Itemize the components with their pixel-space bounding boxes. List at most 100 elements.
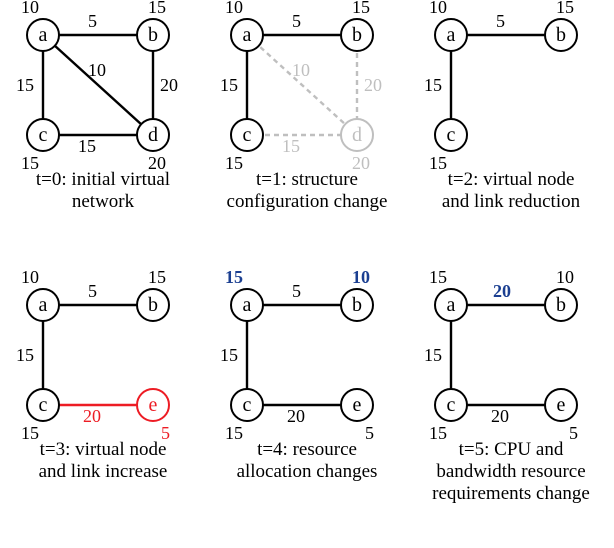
- node-e: e: [340, 388, 374, 422]
- edge-ad: [43, 35, 153, 135]
- edge-ab-label: 5: [496, 11, 505, 32]
- node-a-weight: 10: [225, 0, 243, 18]
- node-a: a: [434, 18, 468, 52]
- node-a-label: a: [39, 25, 48, 45]
- node-a: a: [230, 288, 264, 322]
- edge-ce-label: 20: [287, 406, 305, 427]
- node-a-weight: 10: [21, 267, 39, 288]
- node-a-weight: 15: [429, 267, 447, 288]
- node-a-weight: 10: [429, 0, 447, 18]
- node-b-weight: 15: [556, 0, 574, 18]
- node-e-weight: 5: [365, 423, 374, 444]
- edge-ac-label: 15: [424, 75, 442, 96]
- edge-ab-label: 5: [292, 11, 301, 32]
- node-e-weight: 5: [569, 423, 578, 444]
- node-c-weight: 15: [21, 153, 39, 174]
- graph-t4: 5 15 20 a b c e 15 10 15 5: [217, 275, 397, 435]
- node-c: c: [230, 388, 264, 422]
- node-c: c: [434, 388, 468, 422]
- graph-t5: 20 15 20 a b c e 15 10 15 5: [421, 275, 601, 435]
- node-b: b: [340, 288, 374, 322]
- panel-t2: 5 15 a b c 10 15 15 t=2: virtual node an…: [411, 5, 611, 213]
- node-b-weight: 10: [352, 267, 370, 288]
- node-b-weight: 15: [352, 0, 370, 18]
- node-d-weight: 20: [148, 153, 166, 174]
- node-a-label: a: [447, 295, 456, 315]
- graph-t2: 5 15 a b c 10 15 15: [421, 5, 601, 165]
- node-c-label: c: [243, 395, 252, 415]
- diagram-page: { "chart_data": [ { "id": "t0", "caption…: [0, 0, 614, 548]
- node-e-label: e: [557, 395, 566, 415]
- node-d: d: [340, 118, 374, 152]
- node-a: a: [230, 18, 264, 52]
- edge-ad-label: 10: [292, 60, 310, 81]
- node-b: b: [544, 288, 578, 322]
- caption-t4: t=4: resource allocation changes: [207, 439, 407, 483]
- node-a: a: [434, 288, 468, 322]
- node-c-label: c: [39, 125, 48, 145]
- edge-ab-label: 20: [493, 281, 511, 302]
- edge-ce-label: 20: [83, 406, 101, 427]
- edge-ac-label: 15: [16, 75, 34, 96]
- panel-t5: 20 15 20 a b c e 15 10 15 5 t=5: CPU and…: [411, 275, 611, 505]
- node-d-weight: 20: [352, 153, 370, 174]
- caption-t5: t=5: CPU and bandwidth resource requirem…: [411, 439, 611, 505]
- edge-cd-label: 15: [78, 136, 96, 157]
- graph-t3: 5 15 20 a b c e 10 15 15 5: [13, 275, 193, 435]
- edge-ab-label: 5: [292, 281, 301, 302]
- edge-bd-label: 20: [160, 75, 178, 96]
- node-d: d: [136, 118, 170, 152]
- node-c-label: c: [243, 125, 252, 145]
- node-c-weight: 15: [429, 153, 447, 174]
- node-a: a: [26, 18, 60, 52]
- graph-t1: 5 10 20 15 15 a b c d 10 15 15 20: [217, 5, 397, 165]
- edge-ab-label: 5: [88, 281, 97, 302]
- node-b-weight: 10: [556, 267, 574, 288]
- node-e-label: e: [353, 395, 362, 415]
- node-c-label: c: [447, 125, 456, 145]
- edge-ce-label: 20: [491, 406, 509, 427]
- edge-cd-label: 15: [282, 136, 300, 157]
- node-d-label: d: [352, 125, 362, 145]
- node-c-weight: 15: [21, 423, 39, 444]
- node-a-label: a: [447, 25, 456, 45]
- edge-ac-label: 15: [220, 345, 238, 366]
- node-c-label: c: [447, 395, 456, 415]
- node-e: e: [136, 388, 170, 422]
- node-b-label: b: [556, 295, 566, 315]
- node-a-weight: 15: [225, 267, 243, 288]
- node-d-label: d: [148, 125, 158, 145]
- node-e: e: [544, 388, 578, 422]
- node-e-weight: 5: [161, 423, 170, 444]
- node-b-label: b: [352, 295, 362, 315]
- node-b-weight: 15: [148, 0, 166, 18]
- node-c: c: [230, 118, 264, 152]
- edge-ad: [247, 35, 357, 135]
- node-a-label: a: [39, 295, 48, 315]
- node-a: a: [26, 288, 60, 322]
- panel-t0: 5 10 20 15 15 a b c d 10 15 15 20 t=0: i…: [3, 5, 203, 213]
- panel-t3: 5 15 20 a b c e 10 15 15 5 t=3: virtual …: [3, 275, 203, 483]
- graph-t0: 5 10 20 15 15 a b c d 10 15 15 20: [13, 5, 193, 165]
- edge-ab-label: 5: [88, 11, 97, 32]
- node-c: c: [26, 388, 60, 422]
- caption-t1: t=1: structure configuration change: [207, 169, 407, 213]
- node-c-label: c: [39, 395, 48, 415]
- node-a-label: a: [243, 25, 252, 45]
- edge-bd-label: 20: [364, 75, 382, 96]
- caption-t0: t=0: initial virtual network: [3, 169, 203, 213]
- node-a-weight: 10: [21, 0, 39, 18]
- node-e-label: e: [149, 395, 158, 415]
- node-b: b: [136, 18, 170, 52]
- node-a-label: a: [243, 295, 252, 315]
- node-b: b: [340, 18, 374, 52]
- node-b-label: b: [148, 295, 158, 315]
- node-b-weight: 15: [148, 267, 166, 288]
- node-c: c: [434, 118, 468, 152]
- node-c-weight: 15: [225, 423, 243, 444]
- panel-t1: 5 10 20 15 15 a b c d 10 15 15 20 t=1: s…: [207, 5, 407, 213]
- caption-t2: t=2: virtual node and link reduction: [411, 169, 611, 213]
- edge-ac-label: 15: [16, 345, 34, 366]
- node-b-label: b: [148, 25, 158, 45]
- edge-ac-label: 15: [220, 75, 238, 96]
